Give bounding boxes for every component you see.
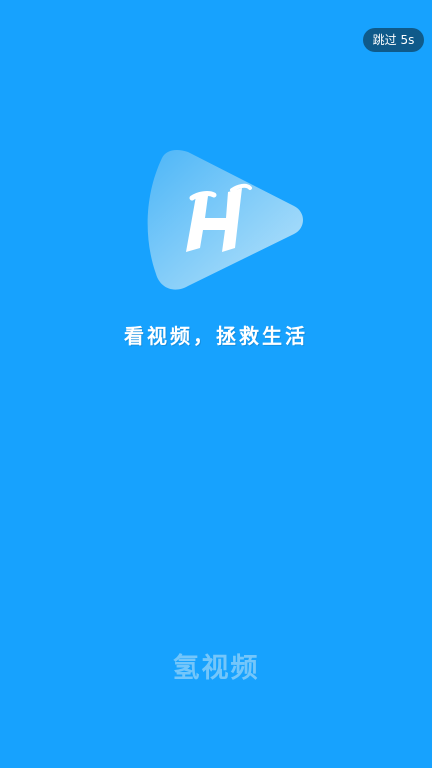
slogan-text: 看视频，拯救生活 — [124, 324, 308, 348]
play-h-logo-icon — [147, 150, 303, 290]
skip-button[interactable]: 跳过 5s — [363, 28, 424, 52]
brand-name: 氢视频 — [172, 653, 260, 684]
splash-screen: 跳过 5s 看视频，拯救生活 氢视频 — [0, 0, 432, 768]
app-logo — [136, 148, 312, 293]
